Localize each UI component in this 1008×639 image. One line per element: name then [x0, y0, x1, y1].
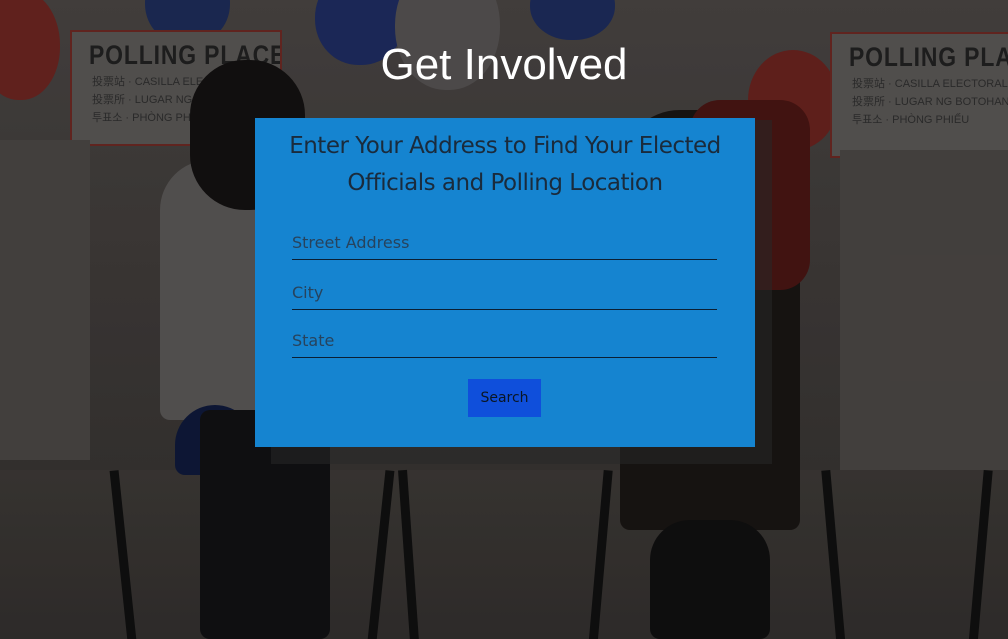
- page-title: Get Involved: [380, 40, 628, 89]
- address-lookup-form: Enter Your Address to Find Your Elected …: [255, 118, 755, 447]
- search-button[interactable]: Search: [468, 379, 541, 417]
- city-input[interactable]: [292, 276, 717, 310]
- form-heading: Enter Your Address to Find Your Elected …: [289, 133, 721, 196]
- state-input[interactable]: [292, 324, 717, 358]
- street-address-input[interactable]: [292, 226, 717, 260]
